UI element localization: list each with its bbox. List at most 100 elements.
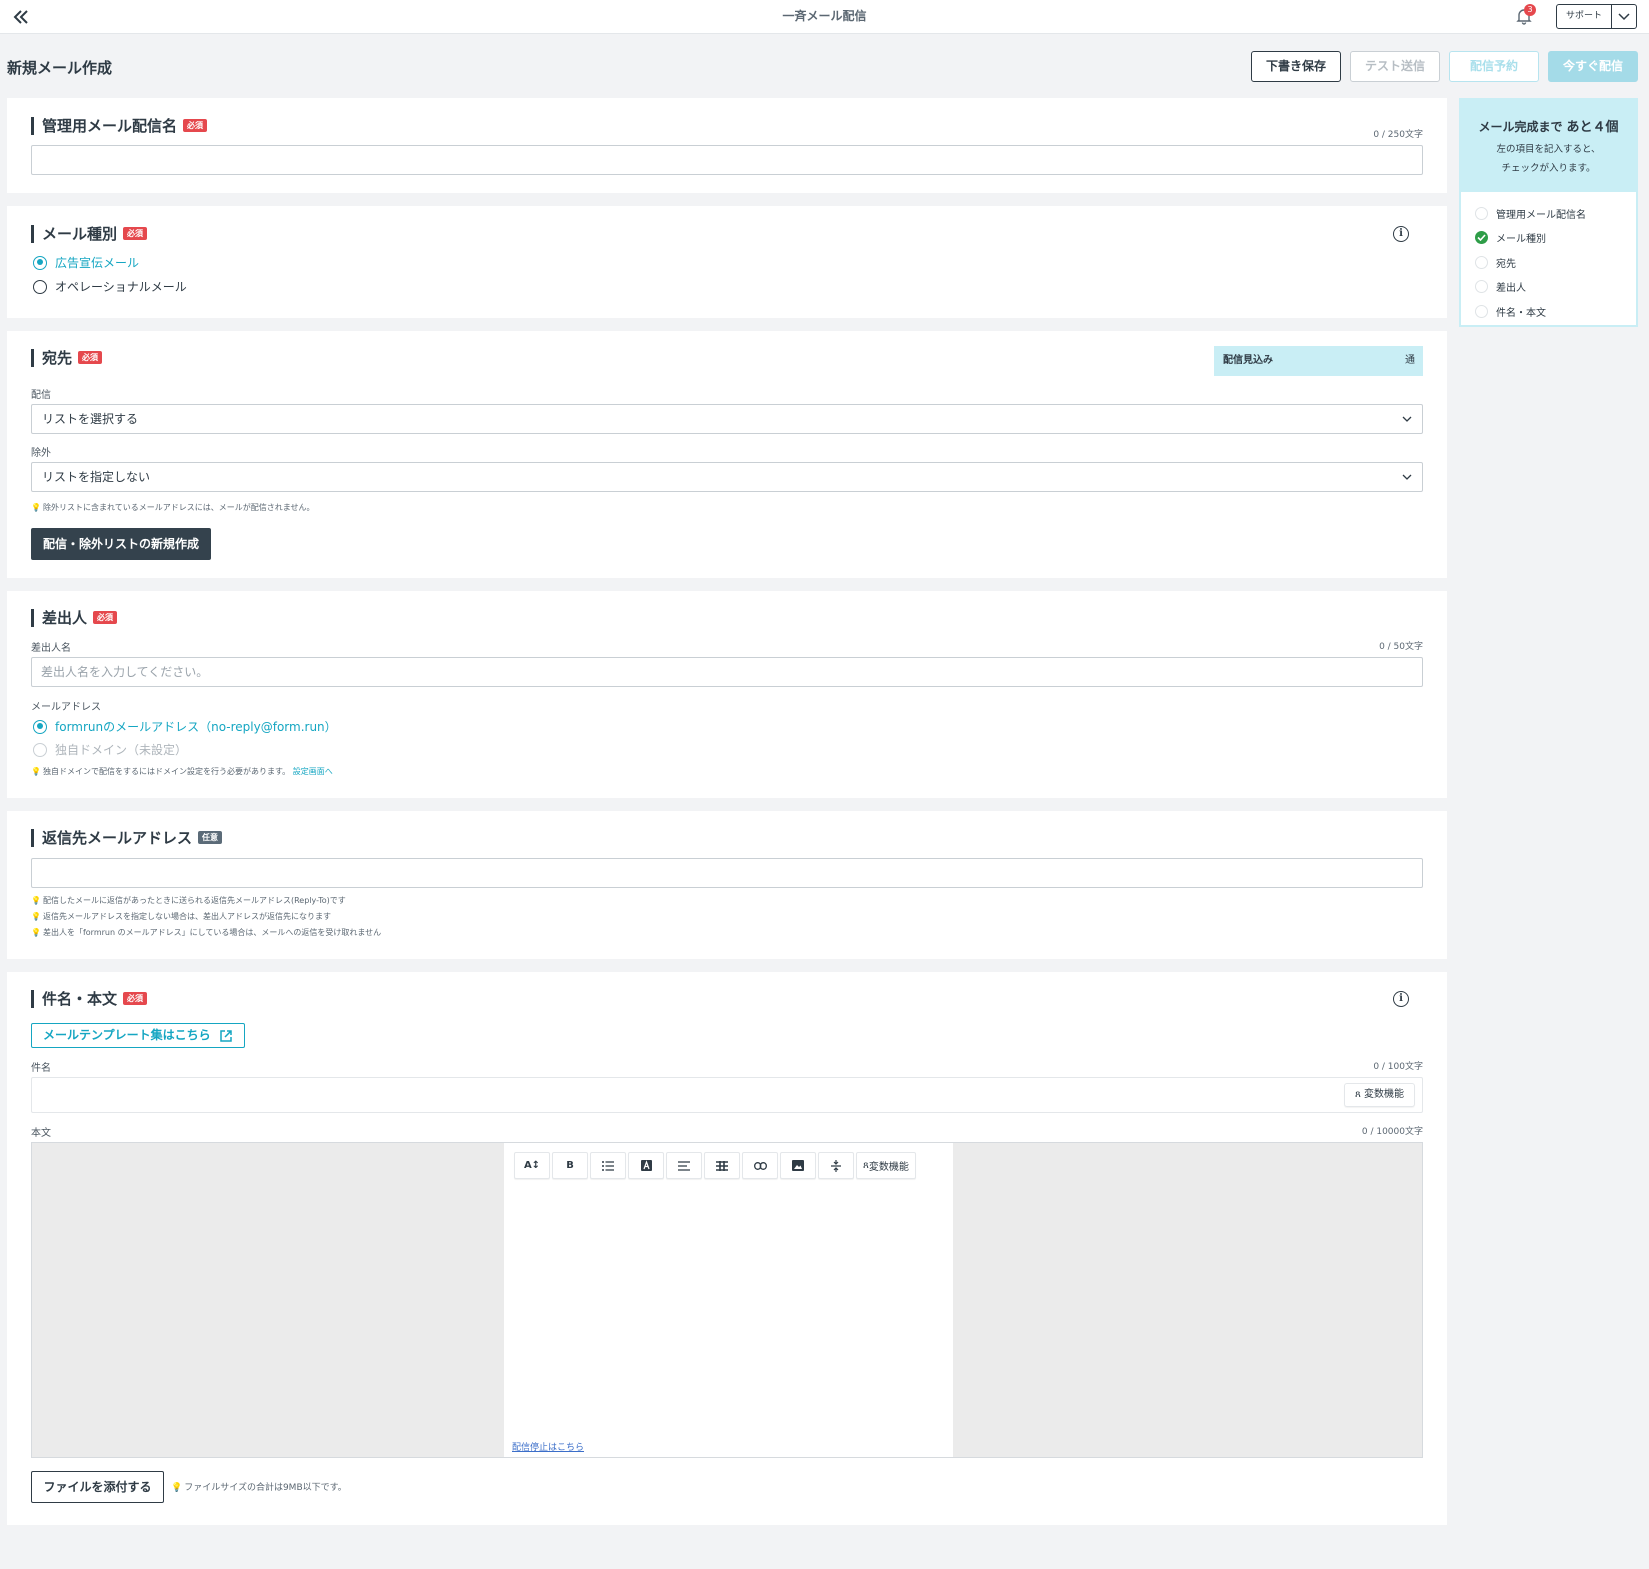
radio-label: オペレーショナルメール [55, 280, 187, 294]
char-counter: 0 / 10000文字 [1361, 1127, 1423, 1137]
delivery-estimate: 配信見込み 通 [1214, 346, 1423, 376]
variable-button-label: 変数機能 [868, 1162, 909, 1173]
lightbulb-icon: 💡 [31, 503, 41, 512]
attach-file-button[interactable]: ファイルを添付する [31, 1471, 164, 1503]
reply-to-input[interactable] [31, 858, 1423, 888]
radio-custom-domain: 独自ドメイン（未設定） [33, 741, 187, 758]
schedule-button[interactable]: 配信予約 [1449, 51, 1539, 82]
mail-type-section: メール種別 必須 i 広告宣伝メール オペレーショナルメール [7, 206, 1447, 318]
save-draft-button[interactable]: 下書き保存 [1251, 51, 1341, 82]
variable-button-label: 変数機能 [1364, 1089, 1404, 1100]
support-dropdown[interactable]: サポート [1556, 4, 1637, 29]
settings-link[interactable]: 設定画面へ [293, 767, 333, 776]
notification-badge: 3 [1524, 4, 1536, 16]
select-value: リストを指定しない [42, 470, 151, 484]
checklist-label: 宛先 [1496, 258, 1516, 270]
sender-name-input[interactable]: 差出人名を入力してください。 [31, 657, 1423, 687]
section-title-text: 返信先メールアドレス [42, 829, 193, 847]
reply-to-hint: 💡 配信したメールに返信があったときに送られる返信先メールアドレス(Reply-T… [31, 893, 346, 909]
radio-operational[interactable]: オペレーショナルメール [33, 278, 187, 295]
char-counter: 0 / 50文字 [1379, 642, 1423, 652]
bold-icon[interactable]: B [552, 1152, 588, 1179]
info-icon[interactable]: i [1393, 991, 1409, 1007]
email-document[interactable]: A↕ B ጸ 変数機能 配信停止はこちら [504, 1143, 953, 1457]
reply-to-hint: 💡 返信先メールアドレスを指定しない場合は、差出人アドレスが返信先になります [31, 909, 331, 925]
create-list-button[interactable]: 配信・除外リストの新規作成 [31, 528, 212, 560]
support-label[interactable]: サポート [1557, 5, 1612, 28]
radio-label: 独自ドメイン（未設定） [55, 743, 188, 757]
required-badge: 必須 [123, 992, 148, 1005]
required-badge: 必須 [123, 227, 148, 240]
estimate-label: 配信見込み [1223, 355, 1273, 366]
check-circle-icon [1475, 280, 1488, 294]
unsubscribe-link[interactable]: 配信停止はこちら [512, 1440, 584, 1453]
radio-advertising[interactable]: 広告宣伝メール [33, 254, 139, 271]
chevron-down-icon [1402, 474, 1412, 480]
chevron-down-icon [1402, 416, 1412, 422]
reply-to-hint: 💡 差出人を「formrun のメールアドレス」にしている場合は、メールへの返信を… [31, 925, 381, 941]
checklist-label: 件名・本文 [1496, 307, 1546, 319]
required-badge: 必須 [78, 351, 103, 364]
radio-button[interactable] [33, 279, 47, 294]
checklist-item: 件名・本文 [1475, 299, 1622, 324]
variable-button[interactable]: ጸ 変数機能 [856, 1152, 916, 1179]
exclude-hint: 💡 除外リストに含まれているメールアドレスには、メールが配信されません。 [31, 500, 315, 516]
checklist-label: メール種別 [1496, 234, 1546, 246]
completion-description: 左の項目を記入すると、 チェックが入ります。 [1461, 140, 1636, 178]
required-badge: 必須 [93, 611, 118, 624]
char-counter: 0 / 100文字 [1373, 1062, 1423, 1072]
link-icon[interactable] [742, 1152, 778, 1179]
info-icon[interactable]: i [1393, 226, 1409, 242]
remaining-count: あと４個 [1566, 120, 1619, 135]
image-icon[interactable] [780, 1152, 816, 1179]
completion-title-text: メール完成まで [1478, 120, 1563, 134]
attach-hint: 💡 ファイルサイズの合計は9MB以下です。 [171, 1480, 347, 1496]
lightbulb-icon: 💡 [31, 928, 41, 937]
check-circle-filled-icon [1475, 231, 1488, 245]
align-icon[interactable] [666, 1152, 702, 1179]
external-link-icon [220, 1030, 232, 1042]
bold-label: B [566, 1160, 574, 1171]
section-title-text: メール種別 [42, 225, 118, 243]
hint-text: 配信したメールに返信があったときに送られる返信先メールアドレス(Reply-To… [42, 896, 346, 905]
completion-panel: メール完成まで あと４個 左の項目を記入すると、 チェックが入ります。 管理用メー… [1459, 98, 1638, 327]
admin-name-input[interactable] [31, 145, 1423, 175]
radio-button[interactable] [33, 719, 47, 734]
template-link-button[interactable]: メールテンプレート集はこちら [31, 1023, 245, 1048]
body-label: 本文 [31, 1128, 51, 1139]
section-title-text: 件名・本文 [42, 990, 118, 1008]
completion-header: メール完成まで あと４個 左の項目を記入すると、 チェックが入ります。 [1461, 100, 1636, 192]
sender-section: 差出人 必須 差出人名 0 / 50文字 差出人名を入力してください。 メールアド… [7, 591, 1447, 798]
app-title: 一斉メール配信 [782, 9, 867, 23]
check-circle-icon [1475, 206, 1488, 220]
lightbulb-icon: 💡 [171, 1483, 183, 1493]
section-title: メール種別 必須 [31, 225, 148, 243]
lightbulb-icon: 💡 [31, 896, 41, 905]
select-value: リストを選択する [42, 412, 139, 426]
send-now-button[interactable]: 今すぐ配信 [1548, 51, 1638, 82]
chevron-down-icon[interactable] [1612, 5, 1636, 28]
section-title-text: 宛先 [42, 349, 73, 367]
lightbulb-icon: 💡 [31, 767, 41, 776]
admin-name-section: 管理用メール配信名 必須 0 / 250文字 [7, 98, 1447, 193]
test-send-button[interactable]: テスト送信 [1350, 51, 1440, 82]
subject-variable-button[interactable]: ጸ 変数機能 [1343, 1083, 1415, 1107]
body-editor[interactable]: A↕ B ጸ 変数機能 配信停止はこちら [31, 1142, 1423, 1458]
table-icon[interactable] [704, 1152, 740, 1179]
reply-to-section: 返信先メールアドレス 任意 💡 配信したメールに返信があったときに送られる返信先メー… [7, 811, 1447, 959]
section-title: 差出人 必須 [31, 609, 118, 627]
subject-input[interactable] [31, 1077, 1423, 1113]
exclude-list-select[interactable]: リストを指定しない [31, 462, 1423, 492]
top-bar: 一斉メール配信 3 サポート [0, 0, 1649, 34]
radio-formrun-address[interactable]: formrunのメールアドレス（no-reply@form.run） [33, 718, 337, 735]
text-color-icon[interactable] [628, 1152, 664, 1179]
deliver-list-select[interactable]: リストを選択する [31, 404, 1423, 434]
font-size-icon[interactable]: A↕ [514, 1152, 550, 1179]
divider-icon[interactable] [818, 1152, 854, 1179]
bullet-list-icon[interactable] [590, 1152, 626, 1179]
radio-button[interactable] [33, 255, 47, 270]
description-line: 左の項目を記入すると、 [1496, 144, 1601, 155]
checklist-item: 宛先 [1475, 250, 1622, 275]
deliver-label: 配信 [31, 390, 51, 401]
check-circle-icon [1475, 304, 1488, 318]
